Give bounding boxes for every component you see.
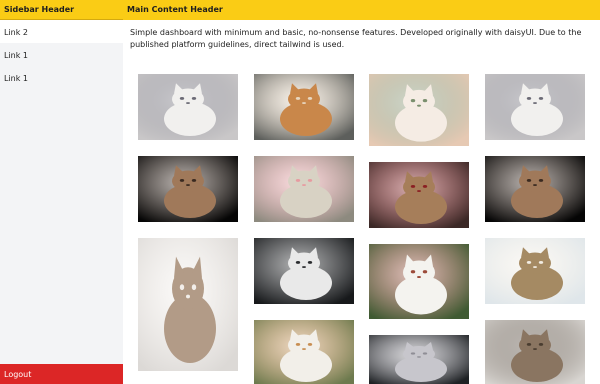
photo-black-white-cat-image xyxy=(254,238,354,304)
sidebar: Sidebar Header Link 2 Link 1 Link 1 Logo… xyxy=(0,0,123,384)
photo-white-siamese-cat-image xyxy=(138,74,238,140)
photo-cat-in-basket[interactable] xyxy=(485,238,585,304)
photo-white-cat-garden-image xyxy=(369,244,469,319)
photo-grey-cat[interactable] xyxy=(369,335,469,384)
sidebar-header: Sidebar Header xyxy=(0,0,123,20)
photo-tabby-closeup[interactable] xyxy=(485,320,585,384)
photo-tabby-closeup-image xyxy=(485,320,585,384)
photo-grey-cat-image xyxy=(369,335,469,384)
photo-white-siamese-cat-image xyxy=(485,74,585,140)
photo-sleeping-tabby[interactable] xyxy=(138,238,238,371)
photo-cat-in-basket-image xyxy=(485,238,585,304)
logout-button[interactable]: Logout xyxy=(0,364,123,384)
main-header: Main Content Header xyxy=(123,0,600,20)
photo-black-white-cat[interactable] xyxy=(254,238,354,304)
photo-orange-tabby-lying-image xyxy=(254,74,354,140)
sidebar-item-link-2[interactable]: Link 2 xyxy=(0,20,123,43)
photo-white-siamese-cat-2[interactable] xyxy=(485,74,585,140)
photo-calico-cat[interactable] xyxy=(254,320,354,384)
photo-calico-cat-image xyxy=(254,320,354,384)
sidebar-item-link-1[interactable]: Link 1 xyxy=(0,43,123,66)
photo-yawning-cat[interactable] xyxy=(254,156,354,222)
photo-white-siamese-cat[interactable] xyxy=(138,74,238,140)
main-content: Main Content Header Simple dashboard wit… xyxy=(123,0,600,384)
photo-kitten-on-bed-image xyxy=(369,74,469,146)
photo-cat-on-red-blanket[interactable] xyxy=(369,162,469,228)
sidebar-item-link-1-second[interactable]: Link 1 xyxy=(0,66,123,89)
photo-cat-on-red-blanket-image xyxy=(369,162,469,228)
sidebar-nav: Link 2 Link 1 Link 1 xyxy=(0,20,123,89)
photo-tabby-on-black-image xyxy=(485,156,585,222)
photo-sleeping-tabby-image xyxy=(138,238,238,371)
photo-tabby-on-black[interactable] xyxy=(138,156,238,222)
photo-yawning-cat-image xyxy=(254,156,354,222)
photo-tabby-on-black-image xyxy=(138,156,238,222)
page-description: Simple dashboard with minimum and basic,… xyxy=(130,28,582,49)
photo-kitten-on-bed[interactable] xyxy=(369,74,469,146)
photo-tabby-on-black-2[interactable] xyxy=(485,156,585,222)
photo-orange-tabby-lying[interactable] xyxy=(254,74,354,140)
photo-white-cat-garden[interactable] xyxy=(369,244,469,319)
